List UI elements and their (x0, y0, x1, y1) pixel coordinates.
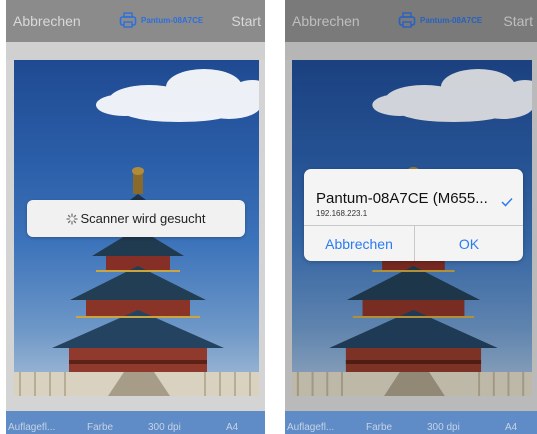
screen-searching: Abbrechen Pantum-08A7CE Start Scanner wi… (6, 0, 265, 434)
scanner-option[interactable]: Pantum-08A7CE (M655... 192.168.223.1 (304, 169, 523, 225)
scanner-label: Pantum-08A7CE (141, 15, 204, 25)
cancel-button[interactable]: Abbrechen (13, 13, 81, 29)
source-setting[interactable]: Auflagefl... (287, 422, 334, 433)
paper-size-setting[interactable]: A4 (505, 422, 517, 433)
color-setting[interactable]: Farbe (87, 422, 113, 433)
source-setting[interactable]: Auflagefl... (8, 422, 55, 433)
spinner-icon (66, 212, 79, 225)
top-bar: Abbrechen Pantum-08A7CE Start (6, 0, 265, 42)
checkmark-icon (501, 197, 513, 207)
searching-toast: Scanner wird gesucht (27, 200, 245, 237)
start-button[interactable]: Start (231, 13, 261, 29)
paper-size-setting[interactable]: A4 (226, 422, 238, 433)
dialog-cancel-button[interactable]: Abbrechen (304, 226, 414, 261)
scanner-option-ip: 192.168.223.1 (316, 209, 368, 218)
toast-message: Scanner wird gesucht (80, 211, 206, 226)
settings-bar: Auflagefl... Farbe 300 dpi A4 (285, 411, 537, 434)
color-setting[interactable]: Farbe (366, 422, 392, 433)
scanner-option-name: Pantum-08A7CE (M655... (316, 190, 488, 207)
resolution-setting[interactable]: 300 dpi (427, 422, 460, 433)
settings-bar: Auflagefl... Farbe 300 dpi A4 (6, 411, 265, 434)
scanner-selector[interactable]: Pantum-08A7CE (119, 9, 203, 31)
resolution-setting[interactable]: 300 dpi (148, 422, 181, 433)
scanner-select-dialog: Pantum-08A7CE (M655... 192.168.223.1 Abb… (304, 169, 523, 261)
dialog-ok-button[interactable]: OK (415, 226, 523, 261)
header-spacer (6, 42, 265, 60)
screen-select-scanner: Abbrechen Pantum-08A7CE Start Pantum-08A… (285, 0, 537, 434)
printer-icon (119, 12, 137, 28)
